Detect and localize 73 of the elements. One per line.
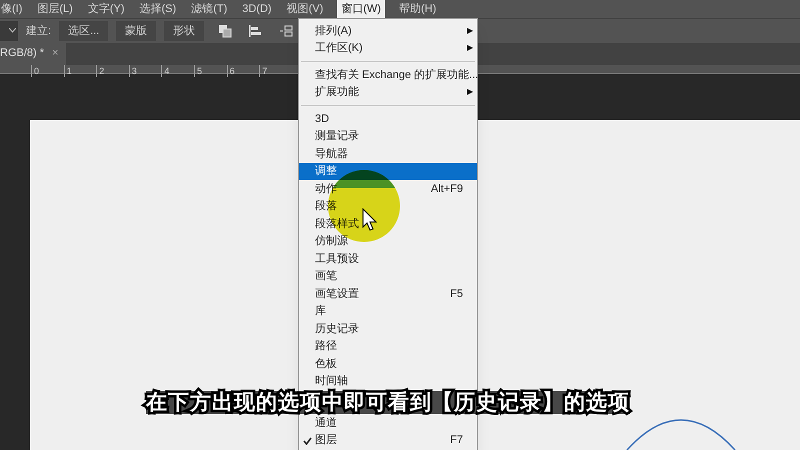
entry-label: 导航器 [315, 146, 348, 162]
shortcut-label: F7 [450, 433, 463, 448]
menu-entry[interactable]: 导航器 [299, 145, 477, 162]
submenu-item[interactable]: 工作区(K) ▶ [299, 40, 477, 57]
entry-label: 色板 [315, 356, 337, 372]
menu-item[interactable]: 窗口(W) [337, 0, 385, 18]
menu-entry[interactable]: 画笔 [299, 268, 477, 285]
menu-entry[interactable]: 仿制源 [299, 232, 477, 250]
option-button[interactable]: 形状 [164, 20, 204, 41]
option-button[interactable]: 选区... [59, 20, 108, 41]
entry-label: 3D [315, 112, 330, 126]
menu-item[interactable]: 视图(V) [286, 0, 324, 18]
entry-label: 画笔 [315, 269, 337, 284]
submenu-arrow: ▶ [467, 86, 473, 98]
caret-icon [9, 28, 16, 34]
ruler-label: 4 [161, 64, 170, 77]
ruler-label: 6 [226, 64, 235, 77]
ruler-label: 5 [194, 64, 202, 77]
subtitle: 在下方出现的选项中即可看到【历史记录】的选项 [146, 391, 630, 414]
menu-item[interactable]: 3D(D) [241, 0, 273, 18]
entry-label: 调整 [315, 164, 337, 179]
document-title: RGB/8) * [0, 46, 44, 62]
dropdown[interactable] [0, 20, 18, 41]
menu-item[interactable]: 图层(L) [36, 0, 74, 18]
entry-label: 工具预设 [315, 252, 359, 266]
entry-label: 查找有关 Exchange 的扩展功能... [315, 68, 478, 82]
entry-label: 仿制源 [315, 234, 348, 249]
arrange-icon[interactable] [278, 22, 294, 39]
submenu-label: 扩展功能 [315, 84, 360, 100]
menu-entry[interactable]: 时间轴 [299, 372, 477, 390]
shortcut-label: F5 [450, 286, 463, 302]
pointer-icon [362, 208, 378, 232]
menu-entry[interactable]: 色板 [299, 355, 477, 372]
entry-label: 历史记录 [315, 322, 359, 336]
menu-entry[interactable]: 画笔设置 F5 [299, 285, 477, 302]
shortcut-label: Alt+F9 [430, 182, 463, 196]
document-tab[interactable]: RGB/8) * × [0, 42, 66, 65]
build-label: 建立: [26, 24, 52, 39]
ruler-label: 1 [64, 64, 72, 77]
entry-label: 通道 [315, 416, 337, 430]
ruler-label: 7 [259, 64, 268, 77]
menu-item[interactable]: 滤镜(T) [190, 0, 228, 18]
menu-entry[interactable]: 路径 [299, 338, 477, 355]
menu-entry[interactable]: 图层 F7 [299, 432, 477, 449]
menu-item[interactable]: 选择(S) [138, 0, 178, 18]
menu-entry[interactable]: 历史记录 [299, 320, 477, 338]
submenu-item[interactable]: 排列(A) ▶ [299, 22, 477, 40]
entry-label: 库 [315, 304, 326, 319]
option-button[interactable]: 蒙版 [116, 20, 156, 41]
menu-entry[interactable]: 工具预设 [299, 250, 477, 268]
menu-item[interactable]: 帮助(H) [398, 0, 438, 18]
entry-label: 图层 [315, 433, 337, 448]
ruler-label: 3 [128, 64, 137, 77]
menu-entry[interactable]: 测量记录 [299, 128, 477, 145]
submenu-item[interactable]: 扩展功能 ▶ [299, 84, 477, 101]
menu-item[interactable]: 文字(Y) [86, 0, 126, 18]
entry-label: 路径 [315, 339, 337, 354]
submenu-arrow: ▶ [467, 24, 473, 37]
align-icon[interactable] [248, 24, 262, 38]
submenu-label: 工作区(K) [315, 41, 364, 56]
menu-entry[interactable]: 查找有关 Exchange 的扩展功能... [299, 66, 477, 84]
submenu-label: 排列(A) [315, 24, 353, 38]
menu-entry[interactable]: 库 [299, 302, 477, 320]
menu-item[interactable]: 像(I) [0, 0, 24, 18]
entry-label: 画笔设置 [315, 286, 359, 302]
menu-entry[interactable]: 通道 [299, 414, 477, 432]
ruler-label: 0 [31, 64, 40, 77]
ruler-label: 2 [96, 64, 104, 77]
submenu-arrow: ▶ [467, 42, 473, 54]
entry-label: 时间轴 [315, 374, 348, 389]
combine-icon[interactable] [218, 24, 232, 38]
menu-entry[interactable]: 3D [299, 110, 477, 128]
entry-label: 测量记录 [315, 129, 359, 144]
